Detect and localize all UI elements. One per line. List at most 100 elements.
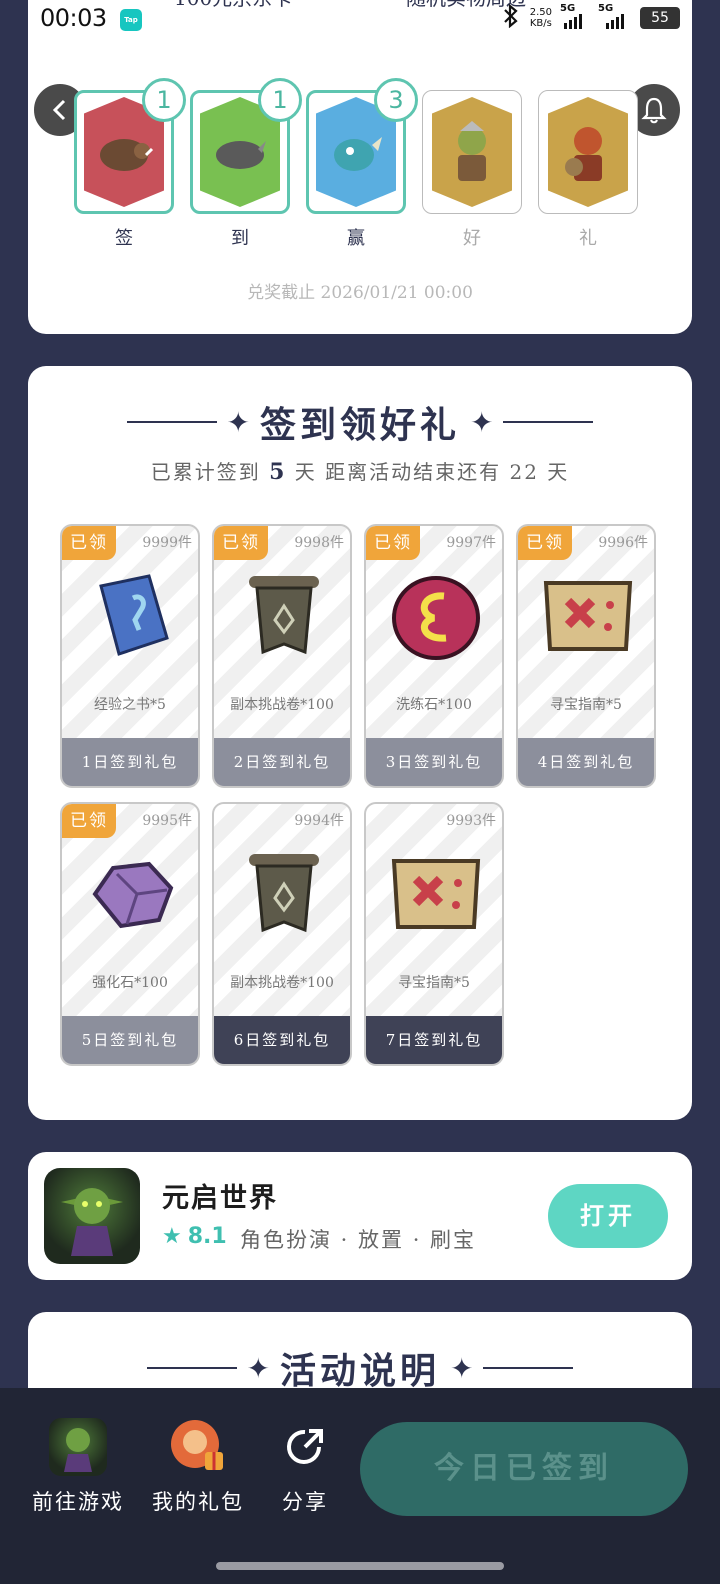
my-gifts-button[interactable]: 我的礼包 <box>152 1418 244 1516</box>
gift-day-label: 2日签到礼包 <box>214 738 350 786</box>
share-label: 分享 <box>282 1490 328 1514</box>
status-bar: 00:03 Tap 2.50 KB/s 5G 5G 55 <box>40 0 680 44</box>
sparkle-icon: ✦ <box>226 405 250 439</box>
progress-prefix: 已累计签到 <box>150 460 261 484</box>
signal-icon: 5G <box>598 3 632 29</box>
game-score: 8.1 <box>187 1224 227 1249</box>
title-divider <box>503 421 594 423</box>
gift-stock: 9996件 <box>598 535 648 551</box>
gift-card-day-3[interactable]: 已领 9997件 洗练石*100 3日签到礼包 <box>364 524 504 788</box>
signed-today-button[interactable]: 今日已签到 <box>360 1422 688 1516</box>
word-card[interactable]: 1 到 <box>190 78 302 250</box>
orc-warrior-icon <box>432 97 512 207</box>
gift-name: 副本挑战卷*100 <box>230 975 334 991</box>
gift-name: 强化石*100 <box>92 975 168 991</box>
scroll-icon <box>234 844 334 944</box>
game-tags: 角色扮演 · 放置 · 刷宝 <box>240 1228 477 1252</box>
gift-day-label: 1日签到礼包 <box>62 738 198 786</box>
bell-icon <box>641 97 667 124</box>
title-divider <box>126 421 217 423</box>
gift-stock: 9994件 <box>294 813 344 829</box>
sparkle-icon: ✦ <box>246 1351 270 1385</box>
crystal-icon <box>82 844 182 944</box>
gift-card-day-4[interactable]: 已领 9996件 寻宝指南*5 4日签到礼包 <box>516 524 656 788</box>
gift-card-day-1[interactable]: 已领 9999件 经验之书*5 1日签到礼包 <box>60 524 200 788</box>
card-count-badge: 1 <box>258 78 302 122</box>
gift-card-day-6[interactable]: 9994件 副本挑战卷*100 6日签到礼包 <box>212 802 352 1066</box>
treasure-map-icon <box>538 566 638 666</box>
gift-day-label: 4日签到礼包 <box>518 738 654 786</box>
gift-stock: 9998件 <box>294 535 344 551</box>
home-indicator <box>216 1562 504 1570</box>
chevron-left-icon <box>52 99 66 121</box>
claimed-badge: 已领 <box>366 526 420 560</box>
progress-suffix: 天 距离活动结束还有 22 天 <box>294 460 570 484</box>
gift-name: 副本挑战卷*100 <box>230 697 334 713</box>
card-label: 签 <box>115 228 133 249</box>
rune-stone-icon <box>386 566 486 666</box>
card-count-badge: 1 <box>142 78 186 122</box>
game-rating: ★ 8.1 <box>162 1224 227 1249</box>
gift-card-day-7[interactable]: 9993件 寻宝指南*5 7日签到礼包 <box>364 802 504 1066</box>
redeem-deadline: 兑奖截止 2026/01/21 00:00 <box>247 283 473 303</box>
status-time: 00:03 <box>40 4 107 32</box>
gift-day-label: 3日签到礼包 <box>366 738 502 786</box>
word-card[interactable]: 好 <box>422 90 522 250</box>
bottom-action-bar: 前往游戏 我的礼包 分享 今日已签到 <box>0 1388 720 1584</box>
book-icon <box>82 566 182 666</box>
word-card[interactable]: 3 赢 <box>306 78 418 250</box>
scroll-icon <box>234 566 334 666</box>
gift-name: 洗练石*100 <box>396 697 472 713</box>
word-card[interactable]: 1 签 <box>74 78 186 250</box>
treasure-map-icon <box>386 844 486 944</box>
signal-icon: 5G <box>560 3 590 29</box>
gift-day-label: 6日签到礼包 <box>214 1016 350 1064</box>
title-divider <box>483 1367 574 1369</box>
net-speed: 2.50 KB/s <box>530 7 552 29</box>
game-name: 元启世界 <box>162 1183 278 1214</box>
battery-icon: 55 <box>640 7 680 29</box>
gift-name: 寻宝指南*5 <box>398 975 470 991</box>
share-button[interactable]: 分享 <box>276 1418 334 1516</box>
card-count-badge: 3 <box>374 78 418 122</box>
card-label: 好 <box>463 228 481 249</box>
gift-stock: 9993件 <box>446 813 496 829</box>
gift-card-day-2[interactable]: 已领 9998件 副本挑战卷*100 2日签到礼包 <box>212 524 352 788</box>
claimed-badge: 已领 <box>62 804 116 838</box>
gift-card-day-5[interactable]: 已领 9995件 强化石*100 5日签到礼包 <box>60 802 200 1066</box>
game-app-icon[interactable] <box>44 1168 140 1264</box>
share-icon <box>276 1418 334 1476</box>
progress-days: 5 <box>269 459 287 485</box>
card-label: 赢 <box>347 228 365 249</box>
gift-day-label: 7日签到礼包 <box>366 1016 502 1064</box>
game-avatar-icon <box>49 1418 107 1476</box>
rules-title: ✦ 活动说明 ✦ <box>28 1342 692 1394</box>
card-label: 到 <box>231 228 249 249</box>
signal-label: 5G <box>598 3 614 14</box>
signin-progress: 已累计签到 5 天 距离活动结束还有 22 天 <box>28 456 692 485</box>
word-cards-row: 1 签 1 到 3 赢 好 礼 <box>74 78 644 250</box>
star-icon: ★ <box>162 1224 182 1249</box>
word-card[interactable]: 礼 <box>538 90 638 250</box>
open-game-button[interactable]: 打开 <box>548 1184 668 1248</box>
signin-card: ✦ 签到领好礼 ✦ 已累计签到 5 天 距离活动结束还有 22 天 已领 999… <box>28 366 692 1120</box>
gift-name: 寻宝指南*5 <box>550 697 622 713</box>
claimed-badge: 已领 <box>518 526 572 560</box>
prize-card: 100元京东卡 随机实物周边 00:03 Tap 2.50 KB/s 5G 5G… <box>28 0 692 334</box>
claimed-badge: 已领 <box>214 526 268 560</box>
gift-stock: 9999件 <box>142 535 192 551</box>
net-speed-unit: KB/s <box>529 18 552 29</box>
signal-label: 5G <box>560 3 576 14</box>
gift-stock: 9997件 <box>446 535 496 551</box>
bluetooth-icon <box>500 3 522 32</box>
net-speed-value: 2.50 <box>529 7 552 18</box>
my-gifts-label: 我的礼包 <box>152 1490 244 1514</box>
gift-stock: 9995件 <box>142 813 192 829</box>
game-card: 元启世界 ★ 8.1 角色扮演 · 放置 · 刷宝 打开 <box>28 1152 692 1280</box>
goto-game-button[interactable]: 前往游戏 <box>32 1418 124 1516</box>
dwarf-warrior-icon <box>548 97 628 207</box>
rules-title-text: 活动说明 <box>279 1350 440 1392</box>
gift-name: 经验之书*5 <box>94 697 166 713</box>
card-label: 礼 <box>579 228 597 249</box>
taptap-icon: Tap <box>120 9 142 31</box>
